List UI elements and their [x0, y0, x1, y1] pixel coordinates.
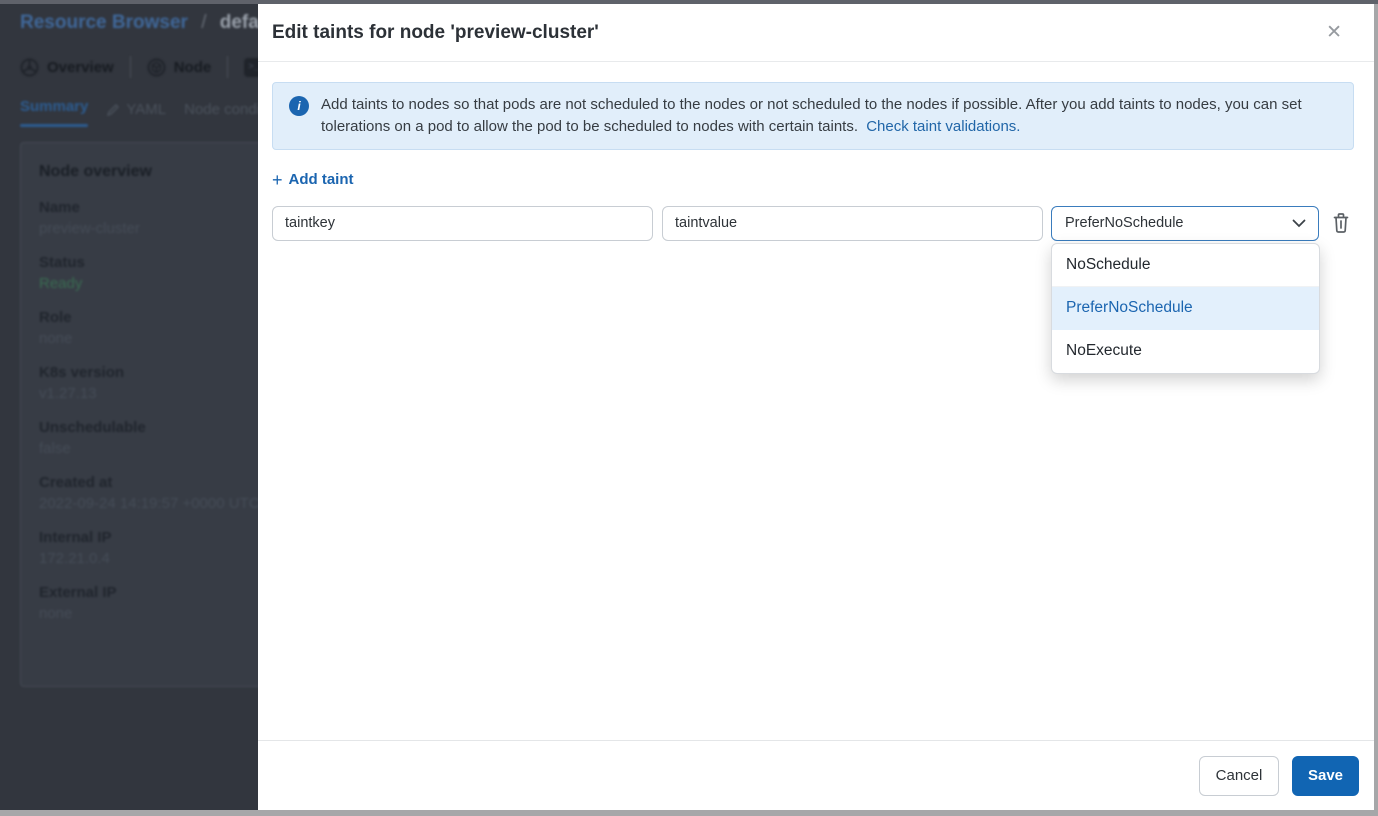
modal-body: i Add taints to nodes so that pods are n…: [258, 62, 1374, 740]
breadcrumb-resource-browser-link[interactable]: Resource Browser: [20, 12, 188, 33]
delete-taint-button[interactable]: [1328, 209, 1354, 237]
field-row: External IP none: [39, 584, 258, 622]
check-taint-validations-link[interactable]: Check taint validations.: [866, 118, 1020, 135]
field-row: Role none: [39, 309, 258, 347]
dropdown-option[interactable]: NoSchedule: [1052, 244, 1319, 287]
info-banner: i Add taints to nodes so that pods are n…: [272, 82, 1354, 150]
tab-terminal[interactable]: >_: [244, 58, 258, 77]
node-overview-fields: Name preview-cluster Status Ready Role n…: [39, 199, 258, 622]
tab-overview[interactable]: Overview: [20, 58, 114, 77]
field-value: none: [39, 330, 258, 347]
info-icon: i: [289, 96, 309, 116]
taint-row: PreferNoSchedule NoSchedule PreferNoSche…: [272, 206, 1354, 241]
detail-subtabs: Summary YAML Node conditions: [20, 98, 258, 121]
field-value: Ready: [39, 275, 258, 292]
subtab-yaml[interactable]: YAML: [106, 101, 166, 118]
trash-icon: [1330, 211, 1352, 235]
field-label: Internal IP: [39, 529, 258, 546]
field-value: v1.27.13: [39, 385, 258, 402]
breadcrumb-current: default: [220, 12, 258, 33]
field-value: 2022-09-24 14:19:57 +0000 UTC: [39, 495, 258, 512]
field-row: Unschedulable false: [39, 419, 258, 457]
taint-effect-selected-value: PreferNoSchedule: [1065, 215, 1184, 231]
terminal-icon: >_: [244, 58, 258, 77]
field-row: K8s version v1.27.13: [39, 364, 258, 402]
breadcrumb-separator: /: [201, 12, 206, 33]
node-overview-card: Node overview Name preview-cluster Statu…: [20, 142, 258, 687]
field-value: false: [39, 440, 258, 457]
field-value: 172.21.0.4: [39, 550, 258, 567]
taint-effect-select-wrap: PreferNoSchedule NoSchedule PreferNoSche…: [1051, 206, 1319, 241]
tab-node[interactable]: Node: [147, 58, 212, 77]
banner-message: Add taints to nodes so that pods are not…: [321, 96, 1302, 135]
taint-value-input[interactable]: [662, 206, 1043, 241]
dropdown-option[interactable]: PreferNoSchedule: [1052, 287, 1319, 330]
overview-icon: [20, 58, 39, 77]
field-label: Name: [39, 199, 258, 216]
field-label: Created at: [39, 474, 258, 491]
field-label: Status: [39, 254, 258, 271]
subtab-summary[interactable]: Summary: [20, 98, 88, 121]
field-value: preview-cluster: [39, 220, 258, 237]
edit-taints-modal: Edit taints for node 'preview-cluster' ✕…: [258, 4, 1374, 810]
add-taint-button[interactable]: + Add taint: [272, 171, 354, 189]
taint-effect-dropdown: NoSchedule PreferNoSchedule NoExecute: [1051, 243, 1320, 374]
field-label: K8s version: [39, 364, 258, 381]
field-label: Unschedulable: [39, 419, 258, 436]
field-label: Role: [39, 309, 258, 326]
modal-header: Edit taints for node 'preview-cluster' ✕: [258, 4, 1374, 62]
node-overview-title: Node overview: [39, 163, 258, 181]
dropdown-option[interactable]: NoExecute: [1052, 330, 1319, 373]
window-top-edge: [0, 0, 1378, 4]
cancel-button[interactable]: Cancel: [1199, 756, 1279, 796]
modal-title: Edit taints for node 'preview-cluster': [272, 22, 599, 44]
field-row: Created at 2022-09-24 14:19:57 +0000 UTC: [39, 474, 258, 512]
subtab-node-conditions[interactable]: Node conditions: [184, 101, 258, 118]
plus-icon: +: [272, 171, 283, 189]
dimmed-background-page: Resource Browser / default Overview Node: [0, 2, 258, 810]
modal-footer: Cancel Save: [258, 740, 1374, 810]
taint-key-input[interactable]: [272, 206, 653, 241]
field-row: Name preview-cluster: [39, 199, 258, 237]
tab-node-label: Node: [174, 59, 212, 76]
tab-divider: [130, 56, 131, 78]
field-row: Internal IP 172.21.0.4: [39, 529, 258, 567]
field-label: External IP: [39, 584, 258, 601]
tab-divider: [227, 56, 228, 78]
breadcrumb: Resource Browser / default: [20, 12, 258, 34]
subtab-yaml-label: YAML: [126, 101, 166, 118]
add-taint-label: Add taint: [289, 171, 354, 188]
save-button[interactable]: Save: [1292, 756, 1359, 796]
pencil-icon: [106, 103, 120, 117]
close-icon[interactable]: ✕: [1322, 19, 1346, 46]
taint-effect-select[interactable]: PreferNoSchedule: [1051, 206, 1319, 241]
field-row: Status Ready: [39, 254, 258, 292]
field-value: none: [39, 605, 258, 622]
chevron-down-icon: [1292, 219, 1306, 228]
node-cube-icon: [147, 58, 166, 77]
resource-tabs: Overview Node >_: [20, 56, 258, 78]
tab-overview-label: Overview: [47, 59, 114, 76]
screen: Resource Browser / default Overview Node: [0, 0, 1378, 816]
banner-text: Add taints to nodes so that pods are not…: [321, 94, 1337, 138]
